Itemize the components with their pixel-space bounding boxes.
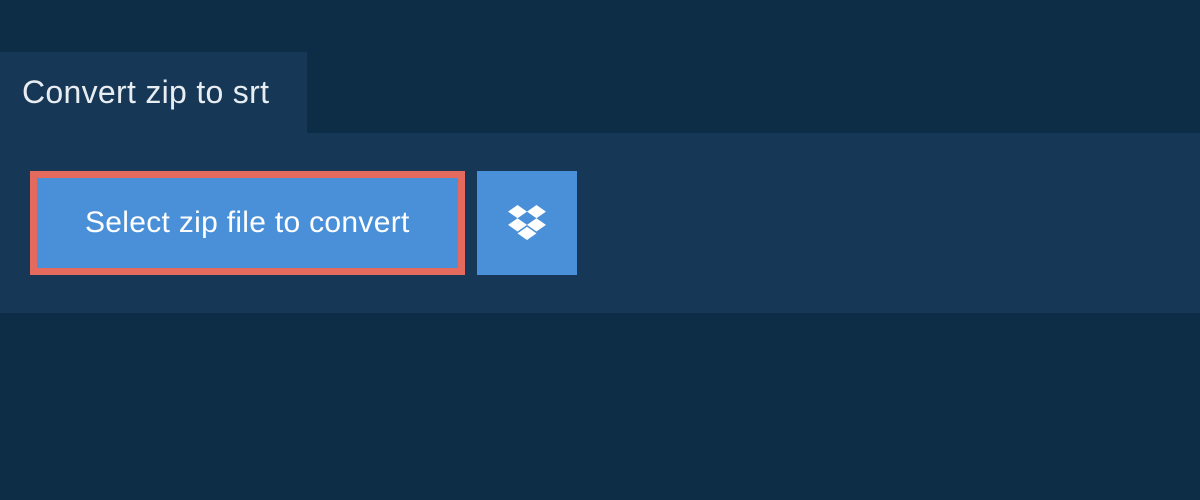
select-file-label: Select zip file to convert: [85, 206, 410, 240]
dropbox-icon: [508, 205, 546, 241]
select-file-button[interactable]: Select zip file to convert: [30, 171, 465, 275]
button-row: Select zip file to convert: [30, 171, 1170, 275]
dropbox-button[interactable]: [477, 171, 577, 275]
page-title: Convert zip to srt: [22, 74, 269, 110]
content-panel: Select zip file to convert: [0, 133, 1200, 313]
tab-header: Convert zip to srt: [0, 52, 307, 133]
